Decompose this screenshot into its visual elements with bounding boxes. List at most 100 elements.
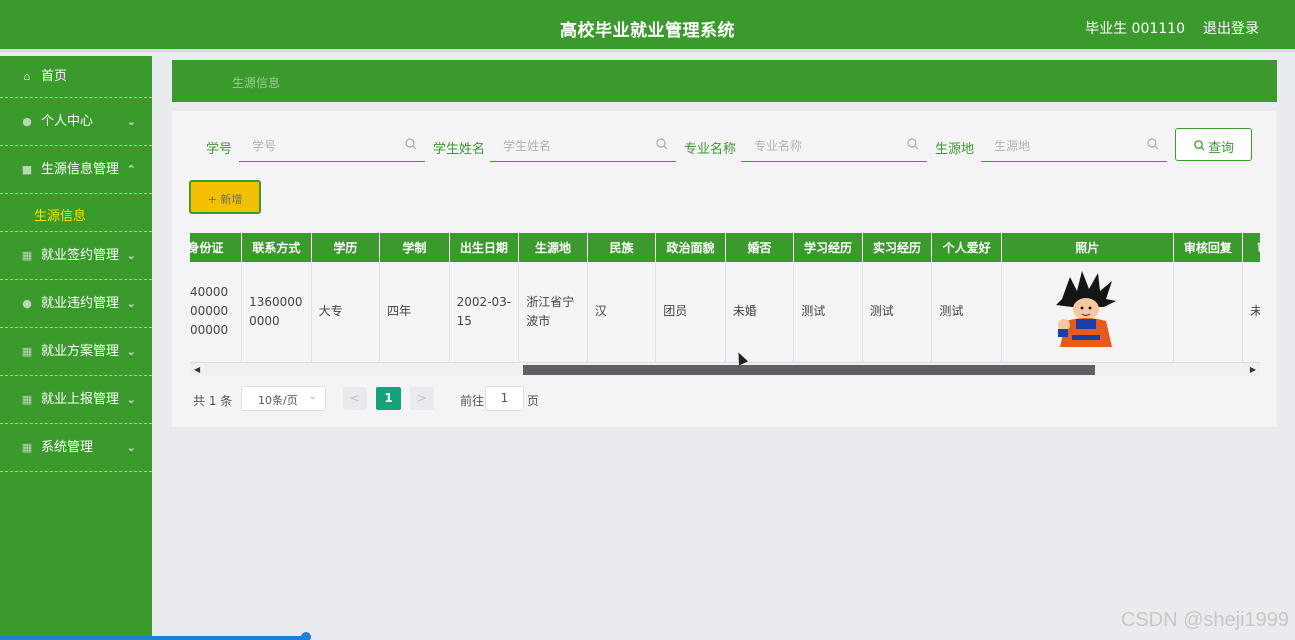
scroll-right-icon[interactable]: ▶: [1250, 365, 1256, 374]
col-header[interactable]: 婚否: [725, 233, 795, 262]
cell-review-status: 未通过: [1242, 262, 1260, 363]
chevron-down-icon: ⌄: [126, 392, 136, 406]
sidebar-item-system[interactable]: ▦ 系统管理 ⌄: [0, 424, 152, 472]
sidebar-item-label: 个人中心: [41, 113, 94, 129]
scroll-left-icon[interactable]: ◀: [194, 365, 200, 374]
scrollbar-thumb[interactable]: [523, 365, 1095, 375]
grid-icon: ▦: [21, 392, 33, 406]
loading-bar: [0, 632, 311, 640]
chevron-down-icon: ⌄: [126, 344, 136, 358]
sidebar-item-signing[interactable]: ▦ 就业签约管理 ⌄: [0, 232, 152, 280]
cell-birthdate: 2002-03-15: [449, 262, 520, 363]
table-header-row: 身份证 联系方式 学历 学制 出生日期 生源地 民族 政治面貌 婚否 学习经历 …: [190, 233, 1260, 262]
total-count: 共 1 条: [193, 394, 233, 408]
prev-page-button[interactable]: <: [343, 387, 367, 410]
current-user: 毕业生 001110: [1085, 21, 1185, 37]
col-header[interactable]: 审核回复: [1173, 233, 1244, 262]
cell-phone: 13600000000: [241, 262, 312, 363]
grid-icon: ▦: [21, 344, 33, 358]
next-page-button[interactable]: >: [410, 387, 434, 410]
cell-id-card: 400000000000000: [190, 262, 243, 363]
cell-duration: 四年: [379, 262, 450, 363]
sidebar-item-personal-center[interactable]: ● 个人中心 ⌄: [0, 98, 152, 146]
search-icon: [405, 138, 417, 150]
origin-label: 生源地: [935, 142, 975, 157]
add-button-label: + 新增: [207, 193, 243, 206]
add-button[interactable]: + 新增: [189, 180, 261, 214]
chevron-down-icon: ⌄: [126, 114, 136, 128]
sidebar-item-breach[interactable]: ● 就业违约管理 ⌄: [0, 280, 152, 328]
cell-marital: 未婚: [725, 262, 795, 363]
table-row[interactable]: 400000000000000 13600000000 大专 四年 2002-0…: [190, 262, 1260, 363]
page-size-select[interactable]: 10条/页 ⌄: [241, 386, 326, 411]
sidebar-item-label: 就业违约管理: [41, 295, 120, 311]
col-header[interactable]: 实习经历: [862, 233, 933, 262]
col-header[interactable]: 生源地: [518, 233, 588, 262]
sidebar-item-label: 就业方案管理: [41, 343, 120, 359]
watermark: CSDN @sheji1999: [1120, 609, 1289, 631]
goto-page-input[interactable]: 1: [485, 386, 524, 411]
col-header[interactable]: 身份证: [190, 233, 243, 262]
search-icon: [907, 138, 919, 150]
chevron-down-icon: ⌄: [126, 296, 136, 310]
user-icon: ●: [22, 114, 32, 128]
chevron-up-icon: ⌃: [126, 162, 136, 176]
sidebar-item-report[interactable]: ▦ 就业上报管理 ⌄: [0, 376, 152, 424]
col-header[interactable]: 出生日期: [449, 233, 520, 262]
breadcrumb: 生源信息: [172, 60, 1277, 102]
sidebar-subitem-label: 生源信息: [34, 209, 87, 224]
col-header[interactable]: 政治面貌: [655, 233, 726, 262]
sidebar-item-source-info[interactable]: ■ 生源信息管理 ⌃: [0, 146, 152, 194]
horizontal-scrollbar[interactable]: ◀ ▶: [190, 362, 1260, 376]
col-header[interactable]: 联系方式: [241, 233, 312, 262]
col-header[interactable]: 学习经历: [793, 233, 863, 262]
placeholder: 专业名称: [754, 139, 803, 153]
student-name-label: 学生姓名: [433, 142, 486, 157]
data-table: 身份证 联系方式 学历 学制 出生日期 生源地 民族 政治面貌 婚否 学习经历 …: [190, 233, 1260, 376]
chevron-down-icon: ⌄: [126, 440, 136, 454]
sidebar-item-label: 就业上报管理: [41, 391, 120, 407]
breadcrumb-current: 生源信息: [232, 76, 281, 90]
student-name-input[interactable]: 学生姓名: [490, 128, 676, 162]
col-header[interactable]: 民族: [587, 233, 657, 262]
sidebar-item-label: 生源信息管理: [41, 161, 120, 177]
sidebar-item-label: 首页: [41, 68, 68, 84]
placeholder: 学生姓名: [503, 139, 552, 153]
search-icon: [1194, 140, 1205, 151]
cell-education: 大专: [311, 262, 381, 363]
col-header[interactable]: 审核状态: [1242, 233, 1260, 262]
cell-origin: 浙江省宁波市: [518, 262, 588, 363]
placeholder: 生源地: [994, 139, 1031, 153]
logout-link[interactable]: 退出登录: [1203, 18, 1259, 38]
chevron-down-icon: ⌄: [126, 248, 136, 262]
main-panel: 学号 学号 学生姓名 学生姓名 专业名称 专业名称 生源地 生源地 查询 + 新…: [172, 111, 1277, 427]
sidebar-item-label: 就业签约管理: [41, 247, 120, 263]
page-size-value: 10条/页: [258, 394, 298, 407]
origin-input[interactable]: 生源地: [981, 128, 1167, 162]
cell-review-reply: [1173, 262, 1244, 363]
col-header[interactable]: 个人爱好: [931, 233, 1002, 262]
student-id-label: 学号: [206, 142, 233, 157]
student-id-input[interactable]: 学号: [239, 128, 425, 162]
cell-hobby: 测试: [931, 262, 1002, 363]
page-number-current[interactable]: 1: [376, 387, 401, 410]
cell-political: 团员: [655, 262, 726, 363]
sidebar-item-plan[interactable]: ▦ 就业方案管理 ⌄: [0, 328, 152, 376]
col-header[interactable]: 学制: [379, 233, 450, 262]
top-header: 高校毕业就业管理系统 毕业生 001110 退出登录: [0, 0, 1295, 52]
search-icon: [1147, 138, 1159, 150]
home-icon: ⌂: [23, 69, 31, 83]
grid-icon: ▦: [21, 248, 33, 262]
query-button-label: 查询: [1208, 141, 1235, 156]
query-button[interactable]: 查询: [1175, 128, 1252, 161]
col-header[interactable]: 照片: [1001, 233, 1174, 262]
major-name-input[interactable]: 专业名称: [741, 128, 927, 162]
sidebar: ⌂ 首页 ● 个人中心 ⌄ ■ 生源信息管理 ⌃ 生源信息 ▦ 就业签约管理 ⌄…: [0, 56, 152, 640]
sidebar-item-home[interactable]: ⌂ 首页: [0, 56, 152, 98]
cell-study: 测试: [793, 262, 863, 363]
search-icon: [656, 138, 668, 150]
sidebar-subitem-source-info[interactable]: 生源信息: [0, 194, 152, 232]
col-header[interactable]: 学历: [311, 233, 381, 262]
cell-photo: [1001, 262, 1174, 363]
cell-ethnicity: 汉: [587, 262, 657, 363]
